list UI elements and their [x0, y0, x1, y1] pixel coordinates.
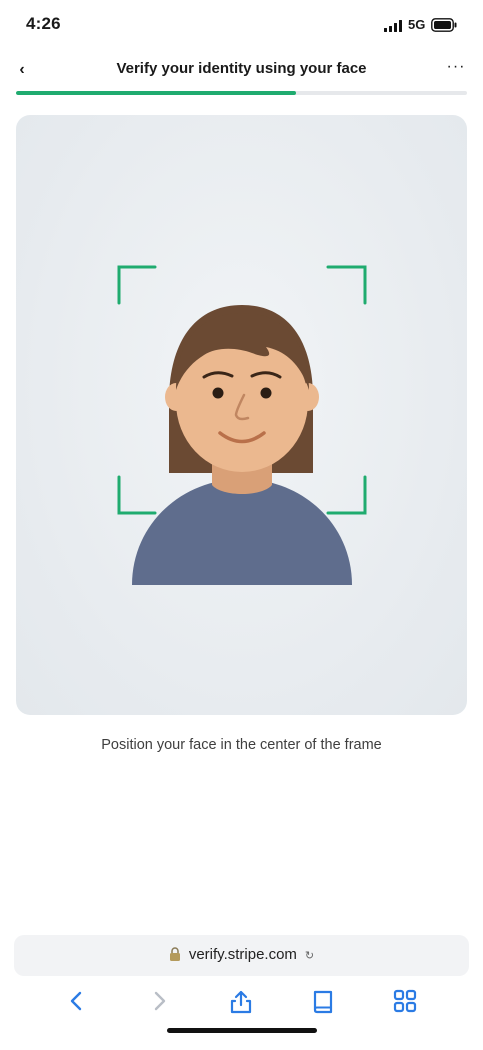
header: ‹ Verify your identity using your face ·… — [0, 52, 483, 88]
frame-corner-bottom-left — [117, 475, 157, 515]
right-eye — [260, 387, 272, 399]
instruction-text: Position your face in the center of the … — [101, 737, 382, 753]
lock-icon — [169, 947, 180, 961]
camera-preview — [16, 115, 467, 715]
left-eye — [212, 387, 224, 399]
browser-toolbar — [0, 985, 483, 1025]
url-text: verify.stripe.com — [188, 946, 297, 963]
progress-bar — [16, 91, 467, 95]
tabs-button[interactable] — [387, 989, 423, 1021]
home-indicator — [167, 1028, 317, 1033]
status-time: 4:26 — [26, 14, 61, 33]
share-icon — [230, 990, 252, 1014]
face-illustration — [117, 265, 367, 585]
battery-icon — [431, 18, 457, 32]
browser-back-button[interactable] — [59, 989, 95, 1021]
frame-corner-bottom-right — [326, 475, 367, 515]
network-type: 5G — [408, 17, 426, 32]
body-shirt — [132, 479, 352, 585]
signal-icon — [384, 20, 402, 32]
back-icon — [70, 991, 82, 1011]
frame-corner-top-left — [117, 265, 157, 305]
more-options-button[interactable]: ··· — [444, 56, 468, 80]
back-button[interactable]: ‹ — [12, 58, 32, 82]
bookmarks-button[interactable] — [305, 989, 341, 1021]
frame-corner-top-right — [326, 265, 367, 305]
forward-icon — [154, 991, 166, 1011]
progress-fill — [16, 91, 296, 95]
reload-icon[interactable]: ↻ — [305, 949, 314, 962]
share-button[interactable] — [223, 989, 259, 1021]
bookmarks-icon — [313, 990, 333, 1014]
page-title: Verify your identity using your face — [116, 60, 367, 77]
address-bar[interactable]: verify.stripe.com ↻ — [14, 935, 469, 976]
browser-forward-button[interactable] — [141, 989, 177, 1021]
status-bar: 4:26 5G — [0, 0, 483, 52]
tabs-icon — [393, 989, 417, 1013]
